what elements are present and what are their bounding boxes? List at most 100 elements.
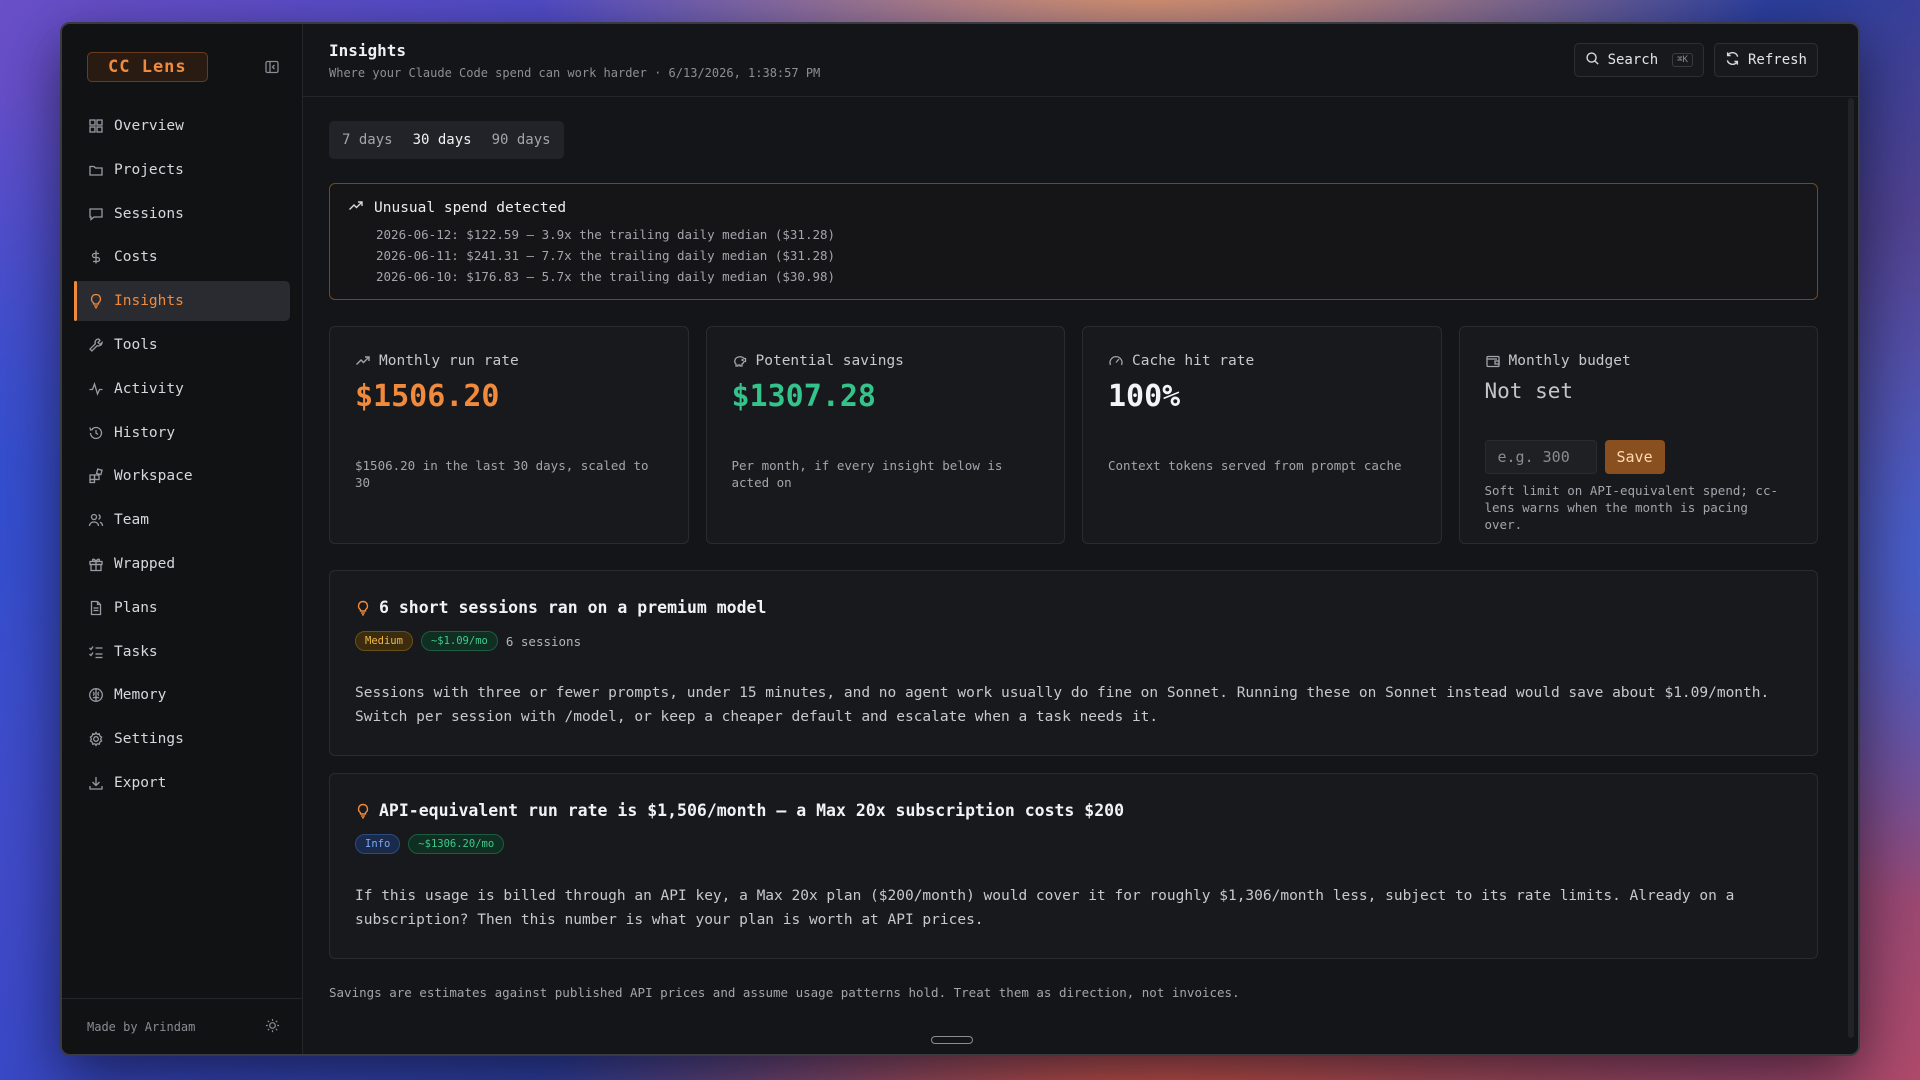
insight-meta: 6 sessions xyxy=(505,633,582,649)
page-title: Insights xyxy=(329,40,407,60)
grid-icon xyxy=(88,118,104,134)
refresh-button[interactable]: Refresh xyxy=(1713,43,1818,77)
sidebar-item-memory[interactable]: Memory xyxy=(74,675,290,715)
piggy-bank-icon xyxy=(732,353,748,369)
sidebar-item-sessions[interactable]: Sessions xyxy=(74,194,290,234)
cache-value: 100% xyxy=(1108,379,1181,414)
spend-alert: Unusual spend detected 2026-06-12: $122.… xyxy=(329,183,1818,300)
budget-card: Monthly budget Not set Save Soft limit o… xyxy=(1458,326,1818,544)
budget-value: Not set xyxy=(1484,379,1574,403)
download-icon xyxy=(88,775,104,791)
sidebar-item-overview[interactable]: Overview xyxy=(74,106,290,146)
lightbulb-icon xyxy=(355,600,371,616)
sidebar-item-costs[interactable]: Costs xyxy=(74,237,290,277)
stats-row: Monthly run rate $1506.20 $1506.20 in th… xyxy=(329,326,1818,544)
users-icon xyxy=(88,512,104,528)
scrollbar[interactable] xyxy=(1848,98,1854,1038)
sidebar-item-label: Team xyxy=(114,512,149,529)
run-rate-desc: $1506.20 in the last 30 days, scaled to … xyxy=(355,458,649,490)
sidebar-item-label: Plans xyxy=(114,599,158,616)
page-heading: Insights Where your Claude Code spend ca… xyxy=(329,41,820,80)
checklist-icon xyxy=(88,644,104,660)
sidebar-item-label: Sessions xyxy=(114,205,184,222)
alert-line: 2026-06-10: $176.83 — 5.7x the trailing … xyxy=(376,269,836,284)
search-button[interactable]: Search ⌘K xyxy=(1573,43,1704,77)
budget-label-row: Monthly budget xyxy=(1485,353,1793,369)
sidebar-item-tasks[interactable]: Tasks xyxy=(74,632,290,672)
sidebar-item-label: Activity xyxy=(114,380,184,397)
sidebar: CC Lens Overview Projects Sessions Costs xyxy=(62,24,303,1054)
savings-label-row: Potential savings xyxy=(732,353,1040,369)
sidebar-item-history[interactable]: History xyxy=(74,413,290,453)
savings-desc: Per month, if every insight below is act… xyxy=(731,458,1003,490)
refresh-icon xyxy=(1725,51,1740,70)
savings-footnote: Savings are estimates against published … xyxy=(329,985,1240,1000)
sidebar-item-label: Settings xyxy=(114,731,184,748)
sidebar-item-export[interactable]: Export xyxy=(74,763,290,803)
search-icon xyxy=(1585,51,1600,70)
severity-badge: Medium xyxy=(355,631,413,651)
brain-icon xyxy=(88,687,104,703)
chat-icon xyxy=(88,206,104,222)
sidebar-item-label: Projects xyxy=(114,161,184,178)
app-logo[interactable]: CC Lens xyxy=(87,52,208,82)
sidebar-item-label: Export xyxy=(114,774,167,791)
main-content: Insights Where your Claude Code spend ca… xyxy=(303,24,1858,1054)
sidebar-item-label: Tasks xyxy=(114,643,158,660)
sidebar-item-activity[interactable]: Activity xyxy=(74,369,290,409)
alert-list: 2026-06-12: $122.59 — 3.9x the trailing … xyxy=(376,224,1799,287)
sidebar-item-label: Costs xyxy=(114,249,158,266)
run-rate-label: Monthly run rate xyxy=(379,353,519,369)
sidebar-item-workspace[interactable]: Workspace xyxy=(74,456,290,496)
alert-header: Unusual spend detected xyxy=(348,198,1799,218)
savings-label: Potential savings xyxy=(755,353,904,369)
scroll-indicator xyxy=(930,1036,973,1044)
folder-icon xyxy=(88,162,104,178)
range-7-days[interactable]: 7 days xyxy=(333,125,402,155)
run-rate-value: $1506.20 xyxy=(355,379,500,414)
run-rate-card: Monthly run rate $1506.20 $1506.20 in th… xyxy=(329,326,689,544)
saving-badge: ~$1306.20/mo xyxy=(408,834,505,854)
sidebar-item-label: Insights xyxy=(114,293,184,310)
dollar-icon xyxy=(88,249,104,265)
sidebar-item-team[interactable]: Team xyxy=(74,500,290,540)
alert-line: 2026-06-11: $241.31 — 7.7x the trailing … xyxy=(376,248,836,263)
top-actions: Search ⌘K Refresh xyxy=(1573,43,1818,77)
refresh-label: Refresh xyxy=(1747,52,1807,68)
budget-input[interactable] xyxy=(1484,440,1597,474)
cache-label-row: Cache hit rate xyxy=(1108,353,1416,369)
theme-toggle-sun-icon[interactable] xyxy=(265,1018,280,1036)
alert-line: 2026-06-12: $122.59 — 3.9x the trailing … xyxy=(376,227,836,242)
app-window: CC Lens Overview Projects Sessions Costs xyxy=(60,22,1860,1056)
insight-card: API-equivalent run rate is $1,506/month … xyxy=(329,773,1818,959)
sidebar-item-insights[interactable]: Insights xyxy=(74,281,290,322)
blocks-icon xyxy=(88,468,104,484)
sidebar-item-projects[interactable]: Projects xyxy=(74,150,290,190)
wrench-icon xyxy=(88,337,104,353)
trending-up-icon xyxy=(348,198,364,218)
sidebar-collapse-icon[interactable] xyxy=(264,59,280,75)
sidebar-item-label: Memory xyxy=(114,687,167,704)
range-30-days[interactable]: 30 days xyxy=(404,125,481,155)
budget-label: Monthly budget xyxy=(1508,353,1631,369)
sidebar-item-label: Tools xyxy=(114,336,158,353)
sidebar-item-tools[interactable]: Tools xyxy=(74,325,290,365)
budget-desc: Soft limit on API-equivalent spend; cc-l… xyxy=(1484,483,1779,532)
range-90-days[interactable]: 90 days xyxy=(483,125,560,155)
wallet-icon xyxy=(1485,353,1501,369)
range-selector: 7 days 30 days 90 days xyxy=(329,121,564,159)
sidebar-item-plans[interactable]: Plans xyxy=(74,588,290,628)
sidebar-nav: Overview Projects Sessions Costs Insight… xyxy=(62,106,302,803)
sidebar-item-wrapped[interactable]: Wrapped xyxy=(74,544,290,584)
insights-content: 7 days 30 days 90 days Unusual spend det… xyxy=(303,97,1858,1000)
sidebar-item-settings[interactable]: Settings xyxy=(74,719,290,759)
budget-save-button[interactable]: Save xyxy=(1604,440,1665,474)
insight-card: 6 short sessions ran on a premium model … xyxy=(329,570,1818,756)
pulse-icon xyxy=(88,381,104,397)
budget-form: Save xyxy=(1484,440,1793,474)
alert-title: Unusual spend detected xyxy=(374,200,567,216)
made-by-text: Made by Arindam xyxy=(87,1019,196,1034)
trending-up-icon xyxy=(355,353,371,369)
saving-badge: ~$1.09/mo xyxy=(420,631,498,651)
sidebar-footer: Made by Arindam xyxy=(62,998,302,1054)
